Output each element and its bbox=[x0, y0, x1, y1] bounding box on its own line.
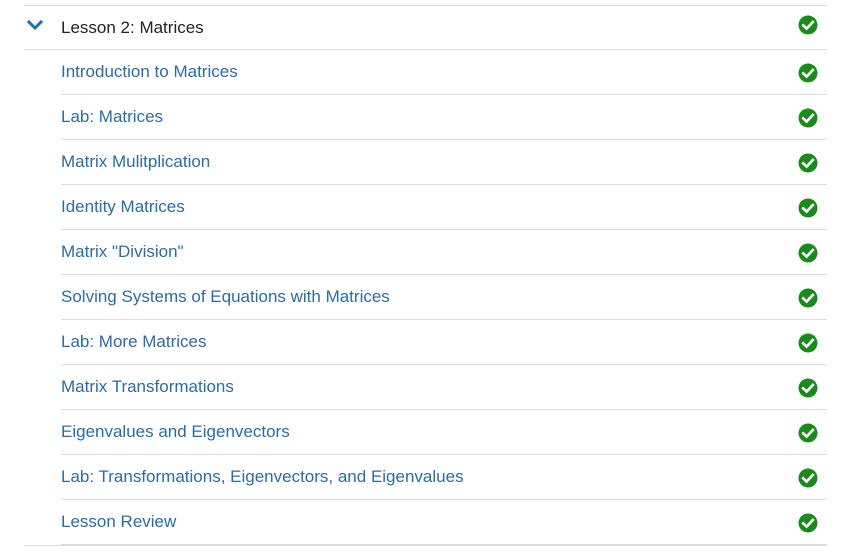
lesson-item-link[interactable]: Identity Matrices bbox=[61, 197, 185, 217]
check-circle-icon bbox=[798, 468, 818, 488]
list-item[interactable]: Lesson Review bbox=[61, 500, 827, 545]
check-circle-icon bbox=[798, 423, 818, 443]
lesson-item-link[interactable]: Matrix Mulitplication bbox=[61, 152, 210, 172]
check-circle-icon bbox=[798, 378, 818, 398]
lesson-item-list: Introduction to Matrices Lab: Matrices Mat… bbox=[61, 50, 827, 545]
lesson-item-link[interactable]: Solving Systems of Equations with Matric… bbox=[61, 287, 390, 307]
check-circle-icon bbox=[798, 243, 818, 263]
list-item[interactable]: Matrix Transformations bbox=[61, 365, 827, 410]
check-circle-icon bbox=[798, 153, 818, 173]
lesson-item-link[interactable]: Lab: Matrices bbox=[61, 107, 163, 127]
lesson-item-link[interactable]: Introduction to Matrices bbox=[61, 62, 238, 82]
check-circle-icon bbox=[798, 108, 818, 128]
list-item[interactable]: Identity Matrices bbox=[61, 185, 827, 230]
chevron-down-icon[interactable] bbox=[26, 16, 44, 34]
list-item[interactable]: Lab: Matrices bbox=[61, 95, 827, 140]
list-item[interactable]: Lab: Transformations, Eigenvectors, and … bbox=[61, 455, 827, 500]
lesson-item-link[interactable]: Lesson Review bbox=[61, 512, 176, 532]
lesson-header[interactable]: Lesson 2: Matrices bbox=[24, 6, 827, 50]
check-circle-icon bbox=[798, 63, 818, 83]
check-circle-icon bbox=[798, 513, 818, 533]
lesson-item-link[interactable]: Lab: More Matrices bbox=[61, 332, 207, 352]
list-item[interactable]: Solving Systems of Equations with Matric… bbox=[61, 275, 827, 320]
list-item[interactable]: Introduction to Matrices bbox=[61, 50, 827, 95]
divider bbox=[24, 545, 827, 546]
check-circle-icon bbox=[798, 288, 818, 308]
lesson-item-link[interactable]: Eigenvalues and Eigenvectors bbox=[61, 422, 290, 442]
lesson-outline: Lesson 2: Matrices Introduction to Matri… bbox=[0, 0, 859, 552]
lesson-item-link[interactable]: Matrix Transformations bbox=[61, 377, 234, 397]
lesson-item-link[interactable]: Lab: Transformations, Eigenvectors, and … bbox=[61, 467, 464, 487]
list-item[interactable]: Matrix Mulitplication bbox=[61, 140, 827, 185]
check-circle-icon bbox=[798, 198, 818, 218]
lesson-title: Lesson 2: Matrices bbox=[61, 18, 204, 37]
check-circle-icon bbox=[798, 15, 818, 35]
lesson-item-link[interactable]: Matrix "Division" bbox=[61, 242, 184, 262]
list-item[interactable]: Lab: More Matrices bbox=[61, 320, 827, 365]
list-item[interactable]: Matrix "Division" bbox=[61, 230, 827, 275]
check-circle-icon bbox=[798, 333, 818, 353]
list-item[interactable]: Eigenvalues and Eigenvectors bbox=[61, 410, 827, 455]
